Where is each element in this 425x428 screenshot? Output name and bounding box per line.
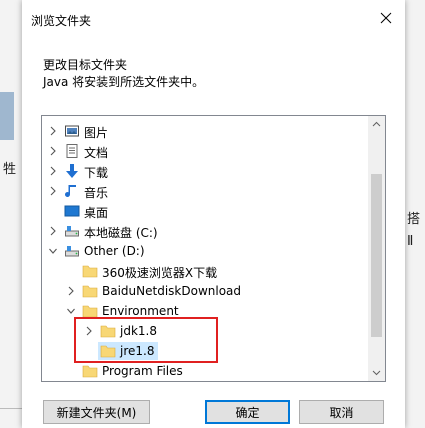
background-divider [0,408,22,409]
cancel-button[interactable]: 取消 [299,400,384,424]
drive-icon [64,243,80,259]
chevron-down-icon[interactable] [48,245,58,257]
chevron-right-icon[interactable] [48,185,58,197]
folder-icon [82,283,98,299]
background-image-strip [0,92,14,140]
new-folder-button[interactable]: 新建文件夹(M) [43,400,150,424]
tree-item[interactable]: 下载 [42,161,366,181]
folder-icon [100,323,116,339]
dialog-titlebar[interactable]: 浏览文件夹 [22,0,405,34]
tree-item-label: 桌面 [84,206,109,220]
chevron-down-icon[interactable] [66,305,76,317]
chevron-down-icon [372,370,381,376]
close-icon [380,12,392,24]
tree-item[interactable]: jdk1.8 [42,321,366,341]
scrollbar-thumb[interactable] [371,174,382,337]
chevron-right-icon[interactable] [48,225,58,237]
music-icon [64,183,80,199]
pictures-icon [64,123,80,139]
tree-item-label: jre1.8 [120,344,155,358]
tree-item-label: Environment [102,304,179,318]
folder-tree[interactable]: 图片文档下载音乐桌面本地磁盘 (C:) Other (D:) 360极速浏览器X下载… [41,115,386,382]
dialog-title: 浏览文件夹 [31,14,92,28]
close-button[interactable] [377,9,395,27]
tree-item[interactable]: jre1.8 [42,341,366,361]
tree-item[interactable]: 图片 [42,121,366,141]
scroll-up-button[interactable] [368,116,385,133]
tree-item-label: jdk1.8 [120,324,157,338]
tree-item-label: 图片 [84,126,109,140]
tree-item[interactable]: 桌面 [42,201,366,221]
tree-item[interactable]: 360极速浏览器X下载 [42,261,366,281]
chevron-up-icon [372,121,381,127]
tree-item-label: Other (D:) [84,244,145,258]
tree-item[interactable]: 文档 [42,141,366,161]
tree-item-label: Program Files [102,364,183,378]
background-window-left: 牲 [0,0,22,428]
screen: 牲 搭 Ⅱ 浏览文件夹 更改目标文件夹 Java 将安装到所选文件夹中。 图片文… [0,0,425,428]
scroll-down-button[interactable] [368,364,385,381]
folder-icon [82,263,98,279]
browse-folder-dialog: 浏览文件夹 更改目标文件夹 Java 将安装到所选文件夹中。 图片文档下载音乐桌… [22,0,405,428]
folder-icon [82,303,98,319]
background-text-right-1: 搭 [407,212,421,227]
background-text-left: 牲 [3,162,17,177]
tree-item-label: BaiduNetdiskDownload [102,284,242,298]
drive-icon [64,223,80,239]
tree-item[interactable]: Other (D:) [42,241,366,261]
tree-item-label: 下载 [84,166,109,180]
chevron-right-icon[interactable] [48,145,58,157]
background-text-right-2: Ⅱ [407,234,414,249]
vertical-scrollbar[interactable] [368,116,385,381]
chevron-right-icon[interactable] [84,325,94,337]
dialog-description-title: 更改目标文件夹 [43,58,128,72]
download-icon [64,163,80,179]
chevron-right-icon[interactable] [66,285,76,297]
folder-icon [100,343,116,359]
tree-item-label: 文档 [84,146,109,160]
tree-item[interactable]: Program Files [42,361,366,381]
ok-button[interactable]: 确定 [205,400,290,424]
dialog-description-text: Java 将安装到所选文件夹中。 [43,75,205,89]
desktop-icon [64,203,80,219]
tree-item[interactable]: 音乐 [42,181,366,201]
tree-item[interactable]: Environment [42,301,366,321]
chevron-right-icon[interactable] [48,165,58,177]
documents-icon [64,143,80,159]
tree-item-label: 音乐 [84,186,109,200]
tree-item-label: 360极速浏览器X下载 [102,266,218,280]
chevron-right-icon[interactable] [48,125,58,137]
tree-item[interactable]: BaiduNetdiskDownload [42,281,366,301]
tree-item[interactable]: 本地磁盘 (C:) [42,221,366,241]
tree-item-label: 本地磁盘 (C:) [84,226,158,240]
background-window-right: 搭 Ⅱ [405,0,425,428]
folder-icon [82,363,98,379]
